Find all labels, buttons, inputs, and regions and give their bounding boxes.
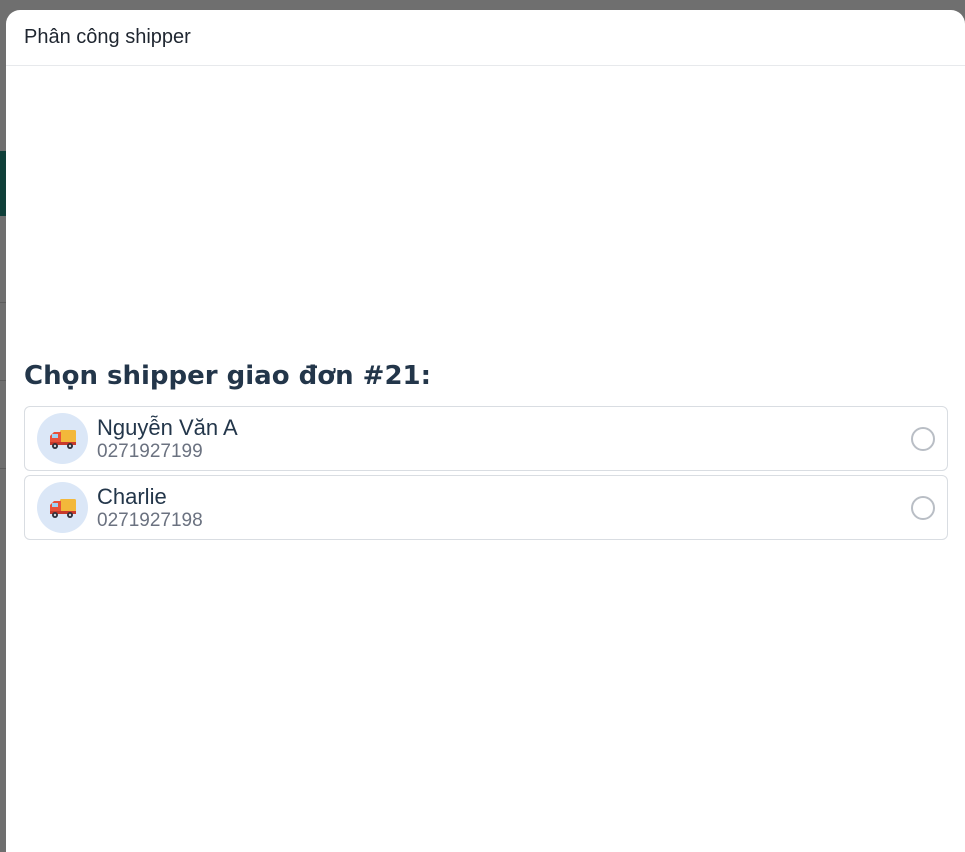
section-heading: Chọn shipper giao đơn #21: (24, 361, 432, 391)
shipper-name: Nguyễn Văn A (97, 414, 238, 440)
avatar (37, 413, 88, 464)
shipper-radio[interactable] (911, 495, 935, 520)
assign-shipper-modal: Phân công shipper Chọn shipper giao đơn … (6, 10, 965, 852)
shipper-list: Nguyễn Văn A 0271927199 Charlie 02719271… (24, 406, 948, 544)
modal-title: Phân công shipper (24, 26, 191, 48)
shipper-name: Charlie (97, 483, 167, 509)
modal-header: Phân công shipper (6, 10, 965, 66)
shipper-option[interactable]: Charlie 0271927198 (24, 475, 948, 540)
avatar (37, 482, 88, 533)
shipper-phone: 0271927199 (97, 440, 203, 462)
shipper-option[interactable]: Nguyễn Văn A 0271927199 (24, 406, 948, 471)
delivery-truck-icon (49, 429, 76, 449)
shipper-info: Charlie 0271927198 (97, 484, 203, 532)
shipper-radio[interactable] (911, 426, 935, 451)
shipper-info: Nguyễn Văn A 0271927199 (97, 415, 238, 463)
delivery-truck-icon (49, 498, 76, 518)
shipper-phone: 0271927198 (97, 509, 203, 531)
